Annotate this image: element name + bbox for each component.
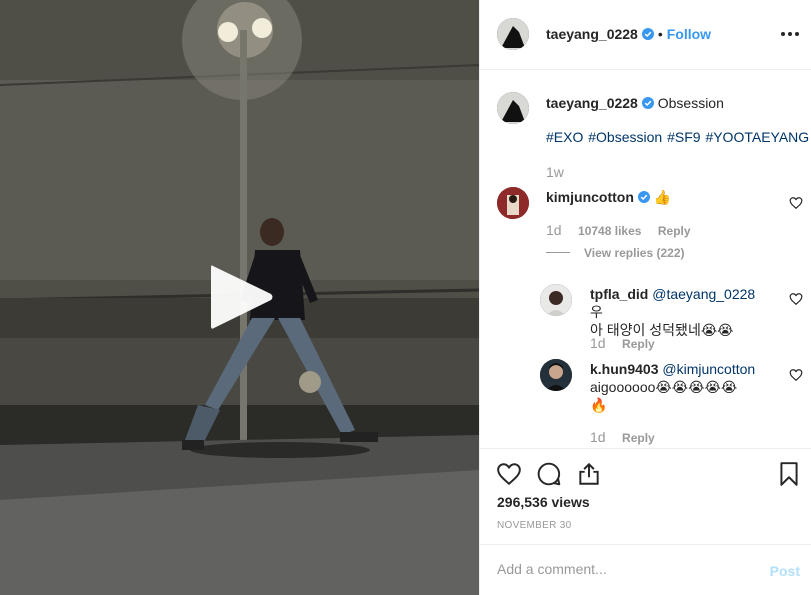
heart-icon[interactable] <box>789 368 803 382</box>
follow-button[interactable]: Follow <box>667 26 711 42</box>
post-age[interactable]: 1w <box>546 164 564 180</box>
reply-avatar[interactable] <box>540 284 572 316</box>
comment-text: 👍 <box>653 189 672 205</box>
avatar[interactable] <box>497 18 529 50</box>
reply-button[interactable]: Reply <box>658 224 691 238</box>
video-player[interactable] <box>0 0 479 595</box>
reply-username[interactable]: k.hun9403 <box>590 361 658 377</box>
post-date[interactable]: NOVEMBER 30 <box>497 520 571 531</box>
view-count[interactable]: 296,536 views <box>497 494 590 510</box>
reply-text: 우 <box>590 304 603 320</box>
verified-icon <box>641 28 654 40</box>
comment: kimjuncotton 👍 <box>546 188 671 206</box>
hashtag-link[interactable]: #EXO <box>546 129 583 145</box>
action-bar: 296,536 views NOVEMBER 30 <box>480 448 811 544</box>
heart-icon[interactable] <box>496 461 522 487</box>
reply: tpfla_did @taeyang_0228 우 아 태양이 성덕됐네😭😭 <box>590 285 770 339</box>
heart-icon[interactable] <box>789 292 803 306</box>
comment-age[interactable]: 1d <box>546 222 562 238</box>
heart-icon[interactable] <box>789 196 803 210</box>
commenter-avatar[interactable] <box>497 187 529 219</box>
bookmark-icon[interactable] <box>776 461 802 487</box>
verified-icon <box>641 97 654 109</box>
caption: taeyang_0228 Obsession <box>546 94 724 112</box>
comment-username[interactable]: kimjuncotton <box>546 189 634 205</box>
caption-username[interactable]: taeyang_0228 <box>546 95 638 111</box>
comment-icon[interactable] <box>536 461 562 487</box>
post-button[interactable]: Post <box>770 563 800 579</box>
reply-age[interactable]: 1d <box>590 335 606 351</box>
reply-text: aigoooooo😭😭😭😭😭 <box>590 379 738 395</box>
reply-button[interactable]: Reply <box>622 337 655 351</box>
comment-composer: Post <box>480 544 811 595</box>
hashtag-link[interactable]: #YOOTAEYANG <box>705 129 809 145</box>
separator-dot: • <box>657 26 663 42</box>
reply-username[interactable]: tpfla_did <box>590 286 648 302</box>
view-replies-label[interactable]: View replies (222) <box>584 246 685 260</box>
verified-icon <box>637 191 650 203</box>
comment-input[interactable] <box>497 561 757 577</box>
reply-text: 🔥 <box>590 397 608 413</box>
hashtag-link[interactable]: #Obsession <box>588 129 662 145</box>
divider <box>546 252 570 254</box>
more-icon[interactable] <box>780 24 800 44</box>
hashtag-link[interactable]: #SF9 <box>667 129 700 145</box>
comment-likes[interactable]: 10748 likes <box>578 224 641 238</box>
mention-link[interactable]: @kimjuncotton <box>662 361 755 377</box>
reply-button[interactable]: Reply <box>622 431 655 445</box>
post-panel: taeyang_0228 • Follow taeyang_0228 Obsessi… <box>479 0 811 595</box>
play-icon[interactable] <box>205 262 275 332</box>
view-replies[interactable]: View replies (222) <box>546 244 685 262</box>
reply-avatar[interactable] <box>540 359 572 391</box>
post-header: taeyang_0228 • Follow <box>480 0 811 70</box>
mention-link[interactable]: @taeyang_0228 <box>652 286 755 302</box>
caption-avatar[interactable] <box>497 92 529 124</box>
reply: k.hun9403 @kimjuncotton aigoooooo😭😭😭😭😭 🔥 <box>590 360 770 414</box>
caption-text: Obsession <box>657 95 724 111</box>
reply-age[interactable]: 1d <box>590 429 606 445</box>
share-icon[interactable] <box>576 461 602 487</box>
hashtags: #EXO #Obsession #SF9 #YOOTAEYANG <box>546 129 809 145</box>
author-username[interactable]: taeyang_0228 <box>546 26 638 42</box>
